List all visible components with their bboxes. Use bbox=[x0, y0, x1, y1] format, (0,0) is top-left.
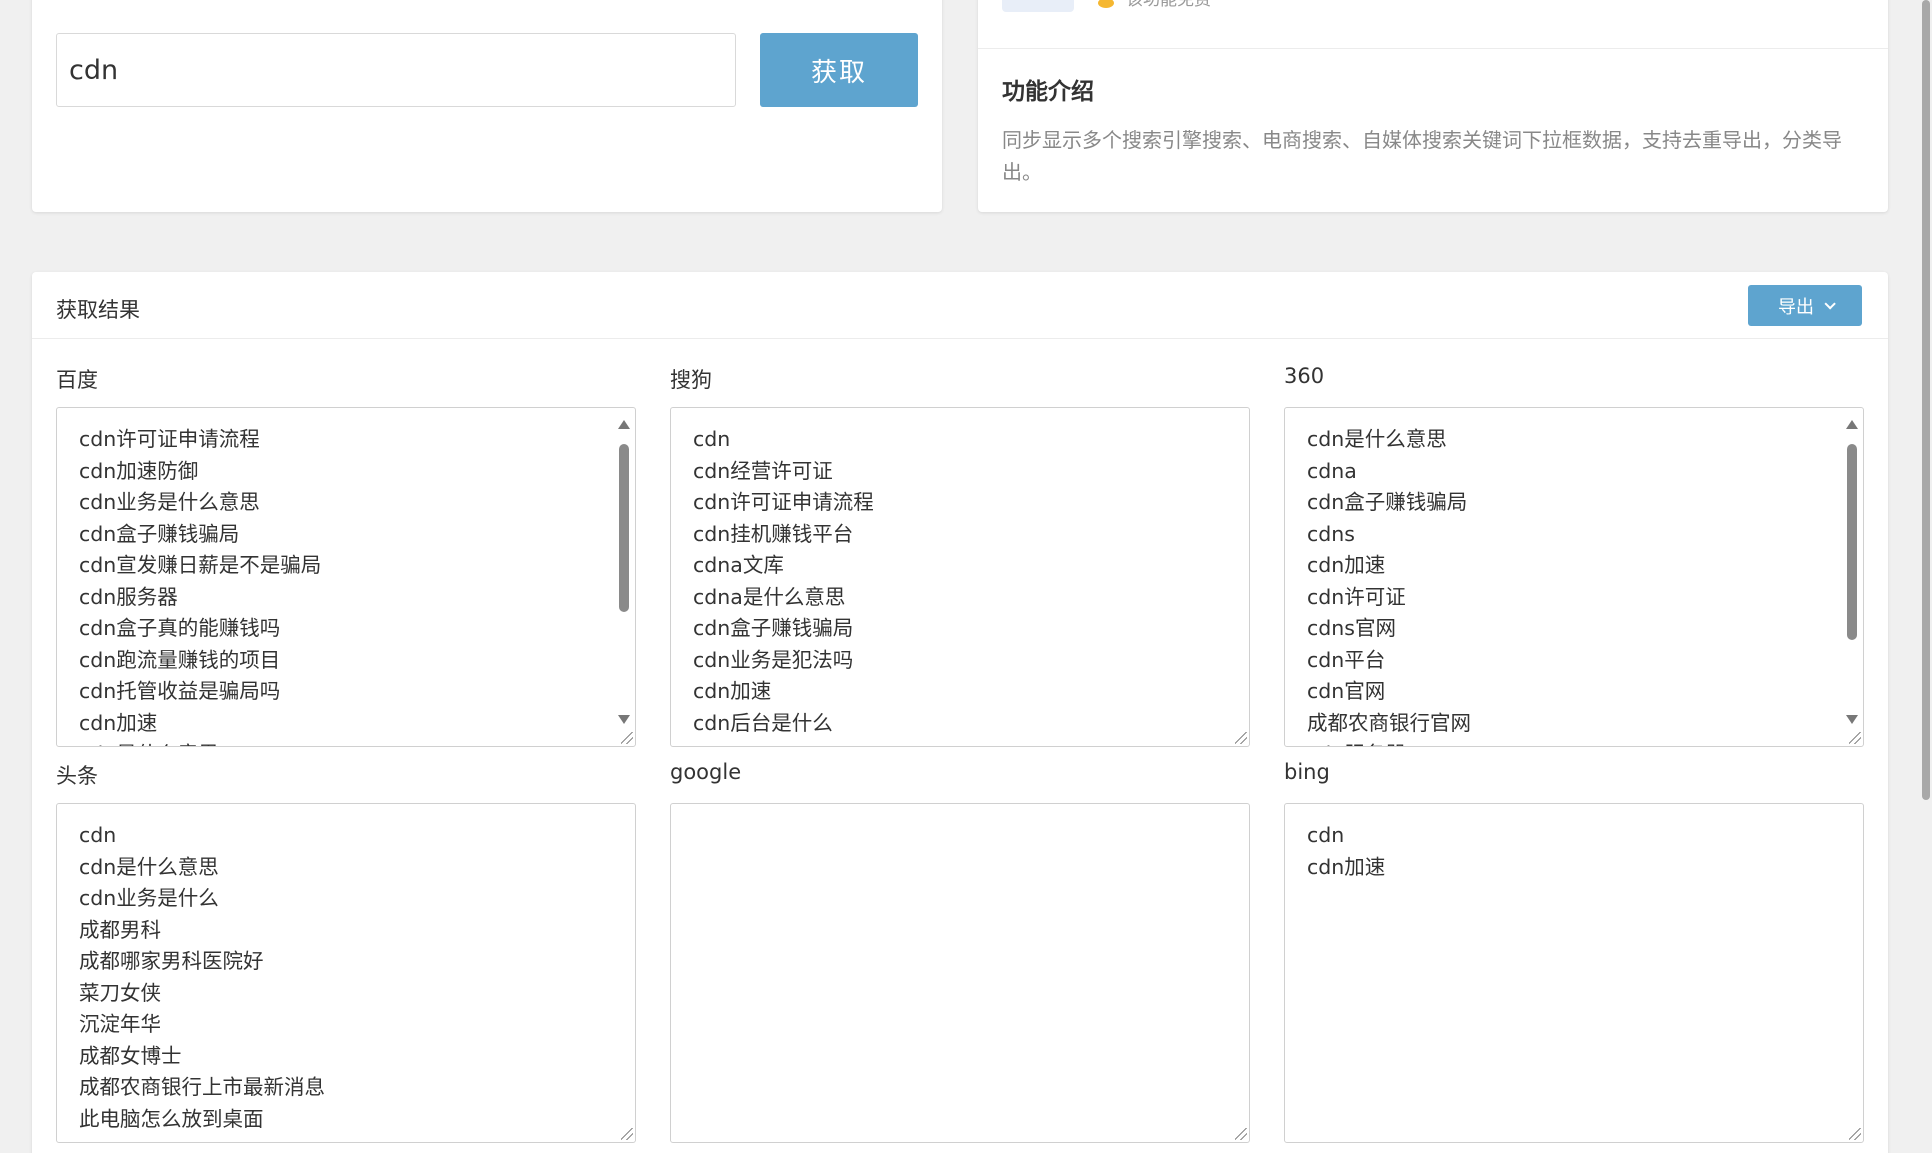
resize-grip-icon[interactable] bbox=[1849, 1128, 1861, 1140]
search-card: 获取 bbox=[32, 0, 942, 212]
resize-grip-icon[interactable] bbox=[1235, 1128, 1247, 1140]
keyword-item: cdna是什么意思 bbox=[693, 584, 846, 609]
engine-label-google: google bbox=[670, 760, 742, 784]
keyword-item: 成都哪家男科医院好 bbox=[79, 949, 264, 973]
keyword-item: cdn加速防御 bbox=[79, 458, 199, 483]
resize-grip-icon[interactable] bbox=[621, 1128, 633, 1140]
keyword-item: cdn服务器 bbox=[1307, 739, 1841, 746]
engine-label-sogou: 搜狗 bbox=[670, 368, 712, 392]
keyword-item: cdn挂机赚钱平台 bbox=[693, 521, 854, 546]
divider bbox=[978, 48, 1888, 49]
keyword-item: cdn加速 bbox=[1307, 553, 1386, 577]
chevron-down-icon bbox=[1824, 297, 1836, 310]
page-scrollbar-thumb[interactable] bbox=[1922, 0, 1930, 800]
keyword-input[interactable] bbox=[56, 33, 736, 107]
keyword-item: 成都男科 bbox=[79, 917, 161, 942]
keyword-list: cdn cdn加速 bbox=[1285, 804, 1863, 883]
scroll-thumb[interactable] bbox=[619, 444, 629, 612]
keyword-item: cdn宣发赚日薪是不是骗局 bbox=[79, 553, 322, 577]
engine-label-bing: bing bbox=[1284, 760, 1330, 784]
keyword-item: cdns bbox=[1307, 521, 1355, 546]
intro-card: 该功能免费 功能介绍 同步显示多个搜索引擎搜索、电商搜索、自媒体搜索关键词下拉框… bbox=[978, 0, 1888, 212]
keyword-item: cdn是什么意思 bbox=[1307, 427, 1447, 451]
scroll-up-arrow-icon[interactable] bbox=[1846, 420, 1858, 429]
engine-label-360: 360 bbox=[1284, 364, 1325, 388]
keyword-item: cdn后台是什么 bbox=[693, 710, 833, 735]
keyword-item: cdn许可证 bbox=[1307, 584, 1406, 609]
keyword-list: cdn许可证申请流程 cdn加速防御 cdn业务是什么意思 cdn盒子赚钱骗局 cdn宣… bbox=[57, 408, 635, 746]
keyword-item: 沉淀年华 bbox=[79, 1012, 161, 1036]
keyword-item: cdn bbox=[79, 823, 117, 847]
intro-description: 同步显示多个搜索引擎搜索、电商搜索、自媒体搜索关键词下拉框数据，支持去重导出，分… bbox=[1002, 128, 1842, 184]
resize-grip-icon[interactable] bbox=[1849, 732, 1861, 744]
free-label: 该功能免费 bbox=[1126, 0, 1211, 10]
scrollbar[interactable] bbox=[615, 416, 633, 738]
keyword-item: cdn许可证申请流程 bbox=[693, 490, 874, 514]
keyword-list: cdn cdn经营许可证 cdn许可证申请流程 cdn挂机赚钱平台 cdna文库 cdna… bbox=[671, 408, 1249, 739]
engine-label-toutiao: 头条 bbox=[56, 764, 98, 788]
keyword-list: cdn是什么意思 cdna cdn盒子赚钱骗局 cdns cdn加速 cdn许可证 cdns… bbox=[1285, 408, 1863, 746]
textarea-bing[interactable]: cdn cdn加速 bbox=[1284, 803, 1864, 1143]
scroll-thumb[interactable] bbox=[1847, 444, 1857, 640]
divider bbox=[32, 338, 1888, 339]
keyword-item: 此电脑怎么放到桌面 bbox=[79, 1106, 264, 1131]
keyword-item: 成都女博士 bbox=[79, 1043, 182, 1068]
scroll-down-arrow-icon[interactable] bbox=[1846, 715, 1858, 724]
keyword-list bbox=[671, 804, 1249, 820]
results-card: 获取结果 导出 百度 cdn许可证申请流程 cdn加速防御 cdn业务是什么意思 cd… bbox=[32, 272, 1888, 1153]
keyword-item: 成都农商银行官网 bbox=[1307, 710, 1471, 735]
keyword-item: cdn许可证申请流程 bbox=[79, 427, 260, 451]
keyword-item: cdn托管收益是骗局吗 bbox=[79, 679, 281, 703]
keyword-item: cdna bbox=[1307, 458, 1357, 483]
keyword-item: cdn加速 bbox=[1307, 854, 1386, 879]
keyword-item: cdn官网 bbox=[1307, 679, 1386, 703]
keyword-item: cdn加速 bbox=[693, 679, 772, 703]
keyword-item: cdn bbox=[1307, 823, 1345, 847]
textarea-360[interactable]: cdn是什么意思 cdna cdn盒子赚钱骗局 cdns cdn加速 cdn许可证 cdns… bbox=[1284, 407, 1864, 747]
keyword-item: cdn盒子赚钱骗局 bbox=[693, 616, 854, 640]
textarea-sogou[interactable]: cdn cdn经营许可证 cdn许可证申请流程 cdn挂机赚钱平台 cdna文库 cdna… bbox=[670, 407, 1250, 747]
export-label: 导出 bbox=[1778, 296, 1814, 318]
keyword-item: cdn经营许可证 bbox=[693, 458, 833, 483]
coin-icon bbox=[1098, 0, 1114, 8]
page: 获取 该功能免费 功能介绍 同步显示多个搜索引擎搜索、电商搜索、自媒体搜索关键词… bbox=[0, 0, 1932, 1153]
keyword-item: cdn盒子真的能赚钱吗 bbox=[79, 616, 281, 640]
export-dropdown-button[interactable]: 导出 bbox=[1748, 285, 1862, 326]
keyword-item: cdn是什么意思 bbox=[79, 854, 219, 879]
keyword-list: cdn cdn是什么意思 cdn业务是什么 成都男科成都哪家男科医院好 菜刀女侠沉淀年华… bbox=[57, 804, 635, 1135]
keyword-item: cdn业务是犯法吗 bbox=[693, 647, 854, 672]
scroll-up-arrow-icon[interactable] bbox=[618, 420, 630, 429]
keyword-item: cdn bbox=[693, 427, 731, 451]
keyword-item: 菜刀女侠 bbox=[79, 980, 161, 1005]
resize-grip-icon[interactable] bbox=[1235, 732, 1247, 744]
app-icon bbox=[1002, 0, 1074, 12]
keyword-item: cdn是什么意思 bbox=[79, 739, 613, 746]
textarea-baidu[interactable]: cdn许可证申请流程 cdn加速防御 cdn业务是什么意思 cdn盒子赚钱骗局 cdn宣… bbox=[56, 407, 636, 747]
textarea-toutiao[interactable]: cdn cdn是什么意思 cdn业务是什么 成都男科成都哪家男科医院好 菜刀女侠沉淀年华… bbox=[56, 803, 636, 1143]
textarea-google[interactable] bbox=[670, 803, 1250, 1143]
engine-label-baidu: 百度 bbox=[56, 368, 98, 392]
keyword-item: cdn盒子赚钱骗局 bbox=[79, 521, 240, 546]
keyword-item: 成都农商银行上市最新消息 bbox=[79, 1075, 325, 1099]
keyword-item: cdn盒子赚钱骗局 bbox=[1307, 490, 1468, 514]
intro-title: 功能介绍 bbox=[1002, 79, 1094, 105]
keyword-item: cdns官网 bbox=[1307, 616, 1396, 640]
keyword-item: cdn加速 bbox=[79, 710, 158, 735]
keyword-item: cdn服务器 bbox=[79, 584, 178, 609]
results-title: 获取结果 bbox=[56, 298, 140, 322]
scroll-down-arrow-icon[interactable] bbox=[618, 715, 630, 724]
fetch-button[interactable]: 获取 bbox=[760, 33, 918, 107]
keyword-item: cdn平台 bbox=[1307, 647, 1386, 672]
resize-grip-icon[interactable] bbox=[621, 732, 633, 744]
keyword-item: cdna文库 bbox=[693, 553, 784, 577]
keyword-item: cdn业务是什么 bbox=[79, 886, 219, 910]
scrollbar[interactable] bbox=[1843, 416, 1861, 738]
keyword-item: cdn跑流量赚钱的项目 bbox=[79, 647, 281, 672]
page-scrollbar[interactable] bbox=[1920, 0, 1932, 1153]
keyword-item: cdn业务是什么意思 bbox=[79, 490, 260, 514]
